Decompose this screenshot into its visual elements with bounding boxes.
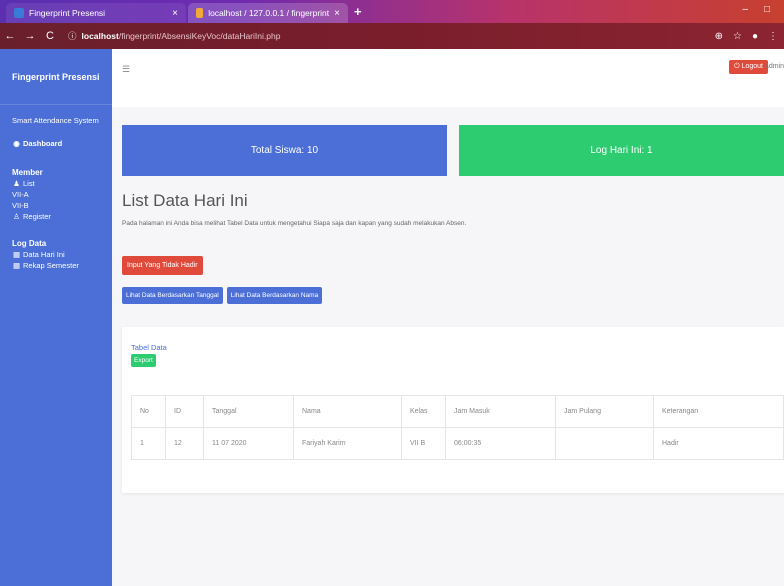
close-tab-icon[interactable]: × <box>334 8 340 19</box>
profile-icon[interactable]: ● <box>752 31 758 42</box>
total-siswa-card: Total Siswa: 10 <box>122 125 447 176</box>
view-by-date-button[interactable]: Lihat Data Berdasarkan Tanggal <box>122 287 223 304</box>
app-favicon-icon <box>14 8 24 18</box>
bookmark-star-icon[interactable]: ☆ <box>733 31 742 42</box>
tab-fingerprint-presensi[interactable]: Fingerprint Presensi × <box>6 3 186 23</box>
attendance-table: No ID Tanggal Nama Kelas Jam Masuk Jam P… <box>131 395 784 460</box>
address-bar: ← → C ⓘ localhost/fingerprint/AbsensiKey… <box>0 23 784 49</box>
logout-button[interactable]: ⏻ Logout <box>729 60 768 74</box>
sidebar-item-data-hari-ini[interactable]: ▦ Data Hari Ini <box>0 249 112 260</box>
browser-tab-bar: Fingerprint Presensi × localhost / 127.0… <box>0 0 784 23</box>
cell-keterangan: Hadir <box>653 427 784 460</box>
col-nama: Nama <box>293 395 402 428</box>
tab-title: Fingerprint Presensi <box>29 8 106 18</box>
topbar: ☰ ⏻ Logout admin <box>112 49 784 107</box>
sidebar-item-register[interactable]: ♙ Register <box>0 211 112 222</box>
sidebar-item-rekap-semester[interactable]: ▦ Rekap Semester <box>0 260 112 271</box>
col-no: No <box>131 395 166 428</box>
dashboard-icon: ◉ <box>13 139 20 148</box>
new-tab-button[interactable]: + <box>354 4 362 19</box>
col-tanggal: Tanggal <box>203 395 294 428</box>
user-name: admin <box>764 63 784 70</box>
panel-title: Tabel Data <box>131 343 167 352</box>
sidebar-item-dashboard[interactable]: ◉ Dashboard <box>0 138 112 149</box>
tab-phpmyadmin[interactable]: localhost / 127.0.0.1 / fingerprint × <box>188 3 348 23</box>
forward-icon[interactable]: → <box>20 30 40 42</box>
back-icon[interactable]: ← <box>0 30 20 42</box>
main-content: Total Siswa: 10 Log Hari Ini: 1 List Dat… <box>112 107 784 586</box>
export-button[interactable]: Export <box>131 354 156 367</box>
cell-jam-masuk: 06:00:35 <box>445 427 556 460</box>
sidebar-brand[interactable]: Fingerprint Presensi <box>0 49 112 105</box>
minimize-icon[interactable]: – <box>742 4 748 15</box>
page-title: List Data Hari Ini <box>122 191 248 210</box>
filter-button-group: Lihat Data Berdasarkan Tanggal Lihat Dat… <box>122 287 323 304</box>
view-by-name-button[interactable]: Lihat Data Berdasarkan Nama <box>226 287 323 304</box>
col-jam-masuk: Jam Masuk <box>445 395 556 428</box>
users-icon: ♟ <box>13 179 20 188</box>
table-header-row: No ID Tanggal Nama Kelas Jam Masuk Jam P… <box>131 395 784 428</box>
maximize-icon[interactable]: □ <box>764 4 770 15</box>
sidebar-item-vii-a[interactable]: VII-A <box>0 189 112 200</box>
sidebar-subtitle: Smart Attendance System <box>12 116 99 125</box>
browser-menu-icon[interactable]: ⋮ <box>768 31 778 42</box>
cell-tanggal: 11 07 2020 <box>203 427 294 460</box>
table-icon: ▦ <box>12 250 21 259</box>
sidebar-heading-member: Member <box>12 168 43 177</box>
sidebar-item-list[interactable]: ♟ List <box>0 178 112 189</box>
tab-title: localhost / 127.0.0.1 / fingerprint <box>208 8 330 18</box>
col-id: ID <box>165 395 204 428</box>
url-host: localhost <box>81 31 119 41</box>
col-jam-pulang: Jam Pulang <box>555 395 654 428</box>
col-kelas: Kelas <box>401 395 446 428</box>
table-row: 1 12 11 07 2020 Fariyah Karim VII B 06:0… <box>131 427 784 460</box>
phpmyadmin-favicon-icon <box>196 8 204 18</box>
sidebar-item-vii-b[interactable]: VII-B <box>0 200 112 211</box>
col-keterangan: Keterangan <box>653 395 784 428</box>
input-tidak-hadir-button[interactable]: Input Yang Tidak Hadir <box>122 256 203 275</box>
cell-no: 1 <box>131 427 166 460</box>
menu-toggle-icon[interactable]: ☰ <box>122 64 130 75</box>
log-hari-ini-card: Log Hari Ini: 1 <box>459 125 784 176</box>
zoom-icon[interactable]: ⊕ <box>715 31 723 42</box>
url-path: /fingerprint/AbsensiKeyVoc/dataHariIni.p… <box>118 31 281 41</box>
sidebar: Fingerprint Presensi Smart Attendance Sy… <box>0 49 112 586</box>
sidebar-heading-log-data: Log Data <box>12 239 47 248</box>
site-info-icon[interactable]: ⓘ <box>68 30 77 42</box>
data-table-panel: Tabel Data Export No ID Tanggal Nama Kel… <box>122 327 784 493</box>
table-icon: ▦ <box>12 261 21 270</box>
page-description: Pada halaman ini Anda bisa melihat Tabel… <box>122 220 467 227</box>
cell-jam-pulang <box>555 427 654 460</box>
user-plus-icon: ♙ <box>13 212 20 221</box>
cell-nama: Fariyah Karim <box>293 427 402 460</box>
cell-kelas: VII B <box>401 427 446 460</box>
url-field[interactable]: ⓘ localhost/fingerprint/AbsensiKeyVoc/da… <box>68 30 280 42</box>
cell-id: 12 <box>165 427 204 460</box>
reload-icon[interactable]: C <box>40 30 60 42</box>
close-tab-icon[interactable]: × <box>172 8 178 19</box>
